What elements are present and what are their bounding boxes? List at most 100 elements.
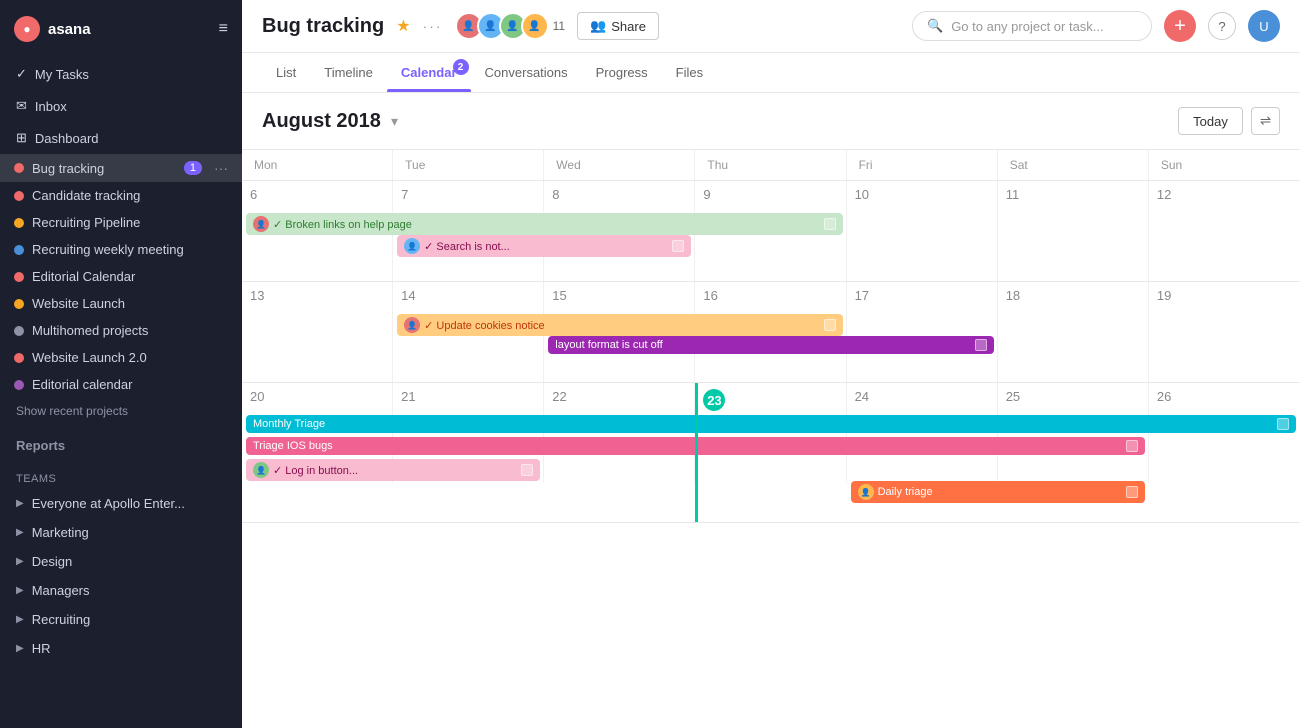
topbar: Bug tracking ★ ··· 👤 👤 👤 👤 11 👥 Share 🔍 … — [242, 0, 1300, 53]
projects-list: Bug tracking 1 ··· Candidate tracking Re… — [0, 154, 242, 398]
star-icon[interactable]: ★ — [396, 16, 410, 36]
share-button[interactable]: 👥 Share — [577, 12, 659, 40]
show-recent-projects[interactable]: Show recent projects — [0, 398, 242, 424]
day-header-tue: Tue — [393, 150, 544, 180]
sidebar: ● asana ≡ ✓ My Tasks ✉ Inbox ⊞ Dashboard… — [0, 0, 242, 728]
event-checkbox-2-0[interactable] — [1277, 418, 1289, 430]
day-number-22: 22 — [552, 389, 686, 404]
event-checkbox-1-1[interactable] — [975, 339, 987, 351]
filter-button[interactable]: ⇌ — [1251, 107, 1280, 135]
search-icon: 🔍 — [927, 18, 943, 34]
team-chevron-4: ▶ — [16, 614, 24, 625]
sidebar-item-project-1[interactable]: Candidate tracking — [0, 182, 242, 209]
day-header-mon: Mon — [242, 150, 393, 180]
sidebar-header: ● asana ≡ — [0, 0, 242, 58]
project-label-3: Recruiting weekly meeting — [32, 242, 184, 257]
sidebar-team-5[interactable]: ▶ HR — [0, 634, 242, 663]
event-name-0-1: ✓ Search is not... — [424, 240, 668, 253]
dashboard-label: Dashboard — [35, 131, 99, 146]
event-avatar-0-0: 👤 — [253, 216, 269, 232]
event-0-1[interactable]: 👤✓ Search is not... — [397, 235, 691, 257]
check-icon: ✓ — [16, 66, 27, 82]
tab-calendar[interactable]: Calendar2 — [387, 53, 471, 92]
day-number-25: 25 — [1006, 389, 1140, 404]
project-label-5: Website Launch — [32, 296, 125, 311]
month-prev-icon[interactable]: ▾ — [391, 113, 398, 130]
share-icon: 👥 — [590, 18, 606, 34]
calendar-day-w0-d5: 11 — [998, 181, 1149, 281]
tabs-bar: ListTimelineCalendar2ConversationsProgre… — [242, 53, 1300, 93]
day-header-sat: Sat — [998, 150, 1149, 180]
team-label-3: Managers — [32, 583, 90, 598]
sidebar-team-0[interactable]: ▶ Everyone at Apollo Enter... — [0, 489, 242, 518]
event-name-2-2: ✓ Log in button... — [273, 464, 517, 477]
add-button[interactable]: + — [1164, 10, 1196, 42]
sidebar-team-1[interactable]: ▶ Marketing — [0, 518, 242, 547]
inbox-icon: ✉ — [16, 98, 27, 114]
event-2-2[interactable]: 👤✓ Log in button... — [246, 459, 540, 481]
event-2-1[interactable]: Triage IOS bugs — [246, 437, 1145, 455]
avatar-4: 👤 — [521, 12, 549, 40]
event-checkbox-2-2[interactable] — [521, 464, 533, 476]
calendar-day-w1-d4: 17 — [847, 282, 998, 382]
sidebar-item-project-2[interactable]: Recruiting Pipeline — [0, 209, 242, 236]
calendar-day-w2-d6: 26 — [1149, 383, 1300, 483]
event-checkbox-0-1[interactable] — [672, 240, 684, 252]
tab-progress[interactable]: Progress — [582, 53, 662, 92]
sidebar-item-project-4[interactable]: Editorial Calendar — [0, 263, 242, 290]
day-header-wed: Wed — [544, 150, 695, 180]
event-1-0[interactable]: 👤✓ Update cookies notice — [397, 314, 842, 336]
sidebar-team-3[interactable]: ▶ Managers — [0, 576, 242, 605]
mytasks-label: My Tasks — [35, 67, 89, 82]
sidebar-toggle-icon[interactable]: ≡ — [219, 20, 228, 38]
search-box[interactable]: 🔍 Go to any project or task... — [912, 11, 1152, 41]
tab-timeline[interactable]: Timeline — [310, 53, 387, 92]
event-checkbox-2-3[interactable] — [1126, 486, 1138, 498]
team-label-2: Design — [32, 554, 72, 569]
sidebar-item-project-7[interactable]: Website Launch 2.0 — [0, 344, 242, 371]
project-dot-7 — [14, 353, 24, 363]
today-button[interactable]: Today — [1178, 107, 1243, 135]
project-label-6: Multihomed projects — [32, 323, 148, 338]
event-2-3[interactable]: 👤Daily triage — [851, 481, 1145, 503]
calendar-day-w1-d5: 18 — [998, 282, 1149, 382]
tab-conversations[interactable]: Conversations — [471, 53, 582, 92]
event-1-1[interactable]: layout format is cut off — [548, 336, 993, 354]
calendar-week-0: 6789101112👤✓ Broken links on help page👤✓… — [242, 181, 1300, 282]
sidebar-item-project-8[interactable]: Editorial calendar — [0, 371, 242, 398]
project-more-icon-0[interactable]: ··· — [214, 160, 228, 176]
calendar-week-2: 20212223242526Monthly TriageTriage IOS b… — [242, 383, 1300, 523]
event-0-0[interactable]: 👤✓ Broken links on help page — [246, 213, 843, 235]
avatar-count: 11 — [553, 19, 565, 33]
teams-section-label: Teams — [0, 457, 242, 489]
more-options-icon[interactable]: ··· — [423, 18, 443, 34]
avatar-group: 👤 👤 👤 👤 11 — [455, 12, 565, 40]
sidebar-item-project-0[interactable]: Bug tracking 1 ··· — [0, 154, 242, 182]
event-checkbox-2-1[interactable] — [1126, 440, 1138, 452]
event-checkbox-1-0[interactable] — [824, 319, 836, 331]
teams-list: ▶ Everyone at Apollo Enter... ▶ Marketin… — [0, 489, 242, 663]
help-button[interactable]: ? — [1208, 12, 1236, 40]
month-title: August 2018 — [262, 110, 381, 133]
project-dot-4 — [14, 272, 24, 282]
event-name-2-3: Daily triage — [878, 486, 1122, 498]
tab-files[interactable]: Files — [662, 53, 717, 92]
user-avatar[interactable]: U — [1248, 10, 1280, 42]
event-2-0[interactable]: Monthly Triage — [246, 415, 1296, 433]
tab-list[interactable]: List — [262, 53, 310, 92]
project-label-2: Recruiting Pipeline — [32, 215, 140, 230]
project-title: Bug tracking — [262, 15, 384, 38]
sidebar-item-project-3[interactable]: Recruiting weekly meeting — [0, 236, 242, 263]
day-number-17: 17 — [855, 288, 989, 303]
sidebar-team-4[interactable]: ▶ Recruiting — [0, 605, 242, 634]
sidebar-item-inbox[interactable]: ✉ Inbox — [0, 90, 242, 122]
sidebar-item-mytasks[interactable]: ✓ My Tasks — [0, 58, 242, 90]
project-badge-0: 1 — [184, 161, 202, 175]
sidebar-item-dashboard[interactable]: ⊞ Dashboard — [0, 122, 242, 154]
sidebar-item-project-6[interactable]: Multihomed projects — [0, 317, 242, 344]
event-checkbox-0-0[interactable] — [824, 218, 836, 230]
sidebar-team-2[interactable]: ▶ Design — [0, 547, 242, 576]
project-dot-3 — [14, 245, 24, 255]
day-number-23: 23 — [703, 389, 725, 411]
sidebar-item-project-5[interactable]: Website Launch — [0, 290, 242, 317]
